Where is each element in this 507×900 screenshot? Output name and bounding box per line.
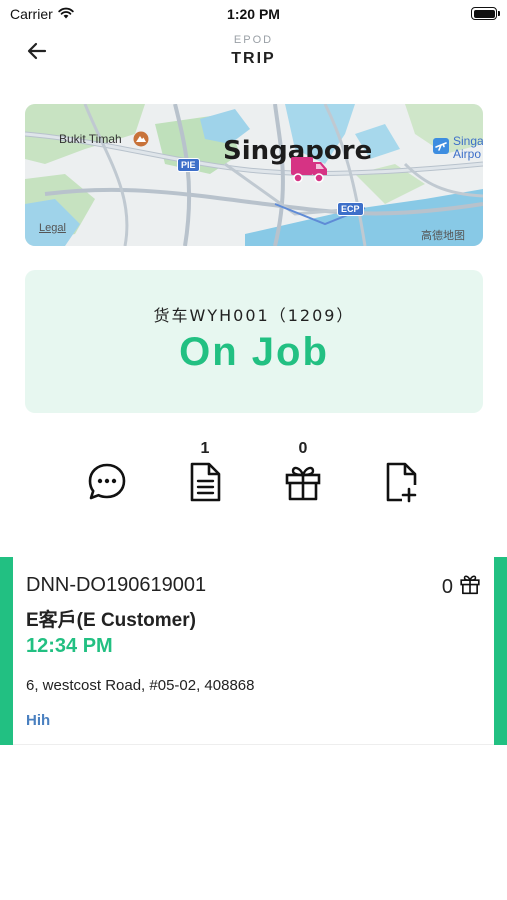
delivery-card[interactable]: DNN-DO190619001 0 E客戶(E Customer) 12:34 …	[0, 557, 507, 745]
airport-icon	[433, 138, 449, 154]
gifts-button[interactable]: 0	[279, 440, 327, 504]
map-attribution: 高德地图	[421, 230, 465, 242]
truck-icon	[290, 154, 328, 184]
map-road-ecp: ECP	[337, 202, 364, 216]
map-road-pie: PIE	[177, 158, 200, 172]
chat-button[interactable]	[83, 440, 131, 504]
documents-button[interactable]: 1	[181, 440, 229, 504]
add-document-button[interactable]	[377, 440, 425, 504]
job-status-card: 货车WYH001（1209） On Job	[25, 270, 483, 413]
header-subtitle: EPOD	[233, 34, 274, 46]
delivery-address: 6, westcost Road, #05-02, 408868	[26, 677, 255, 694]
status-stripe-right	[494, 557, 507, 745]
documents-count: 1	[200, 440, 210, 457]
delivery-gift-count-value: 0	[441, 575, 453, 598]
add-document-count	[377, 440, 425, 460]
status-stripe-left	[0, 557, 13, 745]
chat-count	[83, 440, 131, 460]
job-status: On Job	[179, 330, 329, 374]
trip-map[interactable]: Bukit Timah Singapore PIE ECP Singa Airp…	[25, 104, 483, 246]
map-legal-link[interactable]: Legal	[39, 222, 66, 234]
map-place-airport-line1: Singa	[453, 134, 483, 148]
nav-header: EPOD TRIP	[0, 28, 507, 88]
map-place-airport-line2: Airpo	[453, 147, 482, 161]
order-id: DNN-DO190619001	[26, 574, 207, 596]
file-plus-icon	[377, 460, 425, 504]
action-row: 1 0	[0, 440, 507, 510]
gift-icon	[459, 573, 481, 601]
page-title: TRIP	[231, 50, 276, 67]
status-bar: Carrier 1:20 PM	[0, 0, 507, 28]
battery-icon	[471, 7, 500, 20]
gift-icon	[279, 460, 327, 504]
chat-bubble-icon	[83, 460, 131, 504]
map-background	[25, 104, 483, 246]
delivery-note: Hih	[26, 712, 51, 729]
clock: 1:20 PM	[227, 6, 280, 22]
map-place-bukit-timah: Bukit Timah	[59, 132, 122, 146]
customer-name: E客戶(E Customer)	[26, 610, 196, 631]
gifts-count: 0	[298, 440, 308, 457]
document-icon	[181, 460, 229, 504]
delivery-time: 12:34 PM	[26, 635, 113, 657]
mountain-icon	[133, 131, 149, 147]
delivery-gift-count: 0	[442, 573, 481, 601]
vehicle-label: 货车WYH001（1209）	[153, 306, 355, 325]
